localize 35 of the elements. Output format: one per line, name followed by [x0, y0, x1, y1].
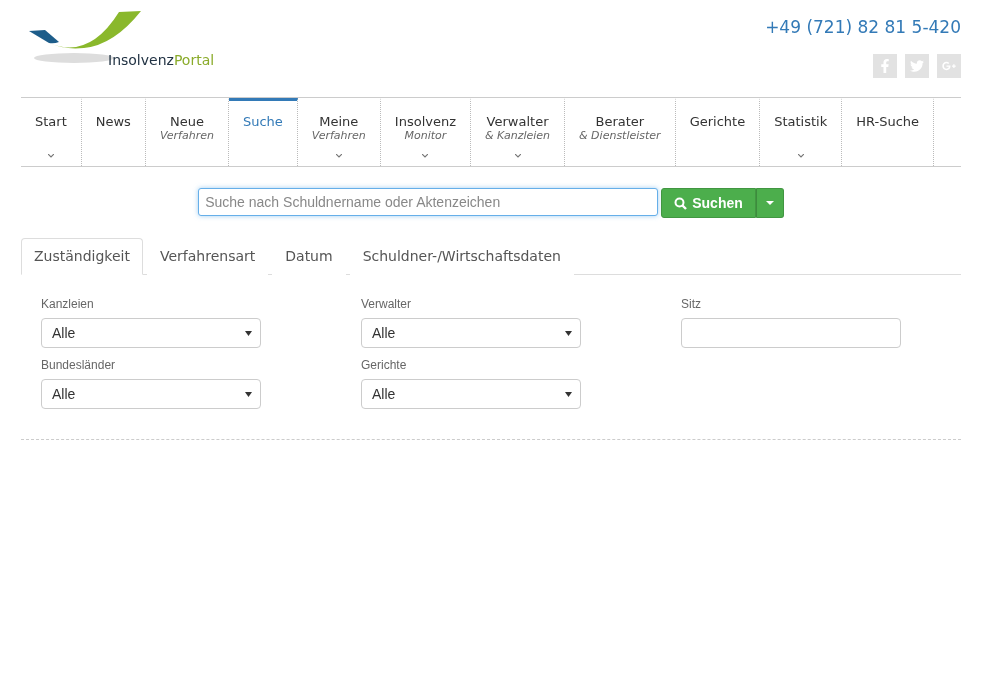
google-plus-icon[interactable]: [937, 54, 961, 78]
tab[interactable]: Zuständigkeit: [21, 238, 143, 275]
nav-item[interactable]: Neue Verfahren: [145, 98, 229, 166]
caret-icon: [765, 201, 774, 205]
twitter-icon[interactable]: [905, 54, 929, 78]
field-label: Bundesländer: [41, 358, 117, 372]
nav-item[interactable]: Insolvenz Monitor: [380, 98, 472, 166]
select-field[interactable]: Alle: [41, 379, 261, 409]
field-label: Sitz: [681, 297, 702, 311]
caret-icon: [245, 391, 252, 397]
facebook-icon[interactable]: [873, 54, 897, 78]
dropdown-toggle-button[interactable]: [755, 188, 784, 218]
caret-icon: [565, 330, 572, 336]
nav-item[interactable]: Suche: [228, 98, 298, 166]
nav-item[interactable]: Gerichte: [675, 98, 761, 166]
phone-number: +49 (721) 82 81 5-420: [765, 17, 961, 37]
nav-item[interactable]: News: [81, 98, 146, 166]
field-label: Kanzleien: [41, 297, 95, 311]
search-field[interactable]: Suche nach Schuldnername oder Aktenzeichen: [198, 188, 659, 216]
nav-item[interactable]: Statistik: [760, 98, 843, 166]
nav-item[interactable]: Meine Verfahren: [297, 98, 381, 166]
logo-text: InsolvenzPortal: [108, 52, 215, 68]
field-label: Verwalter: [361, 297, 413, 311]
nav-item[interactable]: Berater & Dienstleister: [565, 98, 676, 166]
select-field[interactable]: Alle: [41, 318, 261, 348]
select-field[interactable]: Alle: [361, 318, 581, 348]
nav-item[interactable]: HR-Suche: [842, 98, 935, 166]
select-field[interactable]: Alle: [361, 379, 581, 409]
nav-item[interactable]: Verwalter & Kanzleien: [471, 98, 566, 166]
caret-icon: [245, 330, 252, 336]
field-label: Gerichte: [361, 358, 408, 372]
search-icon: [674, 196, 688, 210]
nav-item[interactable]: Start: [21, 98, 82, 166]
caret-icon: [565, 391, 572, 397]
input-field[interactable]: [681, 318, 901, 348]
